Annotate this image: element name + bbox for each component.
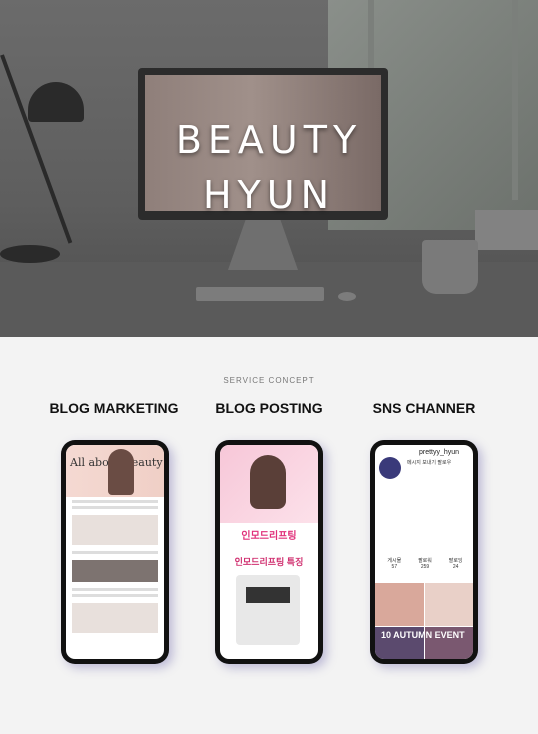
column-title-blog-marketing: BLOG MARKETING: [49, 400, 179, 416]
text-line: [72, 506, 158, 509]
text-line: [72, 594, 158, 597]
post-tile[interactable]: [375, 583, 424, 626]
thumbnail-block: [72, 515, 158, 545]
blog-header-image: All about Beauty: [66, 445, 164, 497]
profile-stats: 게시물 57 팔로워 259 팔로잉 24: [379, 557, 471, 570]
phone-sns: prettyy_hyun 메시지 보내기 팔로우 게시물 57 팔로워 259 팔로…: [370, 440, 478, 664]
username: prettyy_hyun: [419, 449, 460, 456]
thumbnail-block: [72, 603, 158, 633]
stat-following: 팔로잉 24: [448, 558, 463, 570]
stat-followers: 팔로워 259: [418, 558, 432, 570]
text-line: [72, 551, 158, 554]
keyboard: [196, 287, 324, 301]
phone-screen: 인모드리프팅 인모드리프팅 특징: [220, 445, 318, 659]
phone-blog-marketing: All about Beauty: [61, 440, 169, 664]
coffee-mug: [422, 240, 478, 294]
mouse: [338, 292, 356, 301]
posting-subtitle: 인모드리프팅 특징: [234, 557, 304, 567]
lamp-base: [0, 245, 60, 263]
promo-text: 10 AUTUMN EVENT: [381, 630, 465, 640]
posting-title: 인모드리프팅: [241, 531, 297, 542]
profile-buttons[interactable]: 메시지 보내기 팔로우: [407, 459, 451, 466]
posting-header-image: [220, 445, 318, 523]
phone-screen: All about Beauty: [66, 445, 164, 659]
model-image: [108, 449, 134, 495]
column-title-sns: SNS CHANNER: [372, 400, 476, 416]
hero-banner: BEAUTY HYUN: [0, 0, 538, 337]
post-tile[interactable]: [424, 583, 473, 626]
post-grid: [375, 583, 473, 659]
avatar: [379, 457, 401, 479]
text-line: [72, 500, 158, 503]
monitor-stand: [228, 220, 298, 270]
dark-banner: [72, 560, 158, 582]
lamp-head: [28, 82, 84, 122]
phone-screen: prettyy_hyun 메시지 보내기 팔로우 게시물 57 팔로워 259 팔로…: [375, 445, 473, 659]
model-image: [250, 455, 286, 509]
device-image: [236, 575, 300, 645]
phone-blog-posting: 인모드리프팅 인모드리프팅 특징: [215, 440, 323, 664]
hero-title-line1: BEAUTY: [175, 118, 363, 162]
section-label: SERVICE CONCEPT: [223, 376, 315, 385]
device-screen: [246, 587, 290, 603]
hero-title-line2: HYUN: [202, 173, 336, 217]
window-frame: [368, 0, 518, 200]
column-title-blog-posting: BLOG POSTING: [215, 400, 323, 416]
text-line: [72, 588, 158, 591]
stat-posts: 게시물 57: [387, 558, 402, 570]
